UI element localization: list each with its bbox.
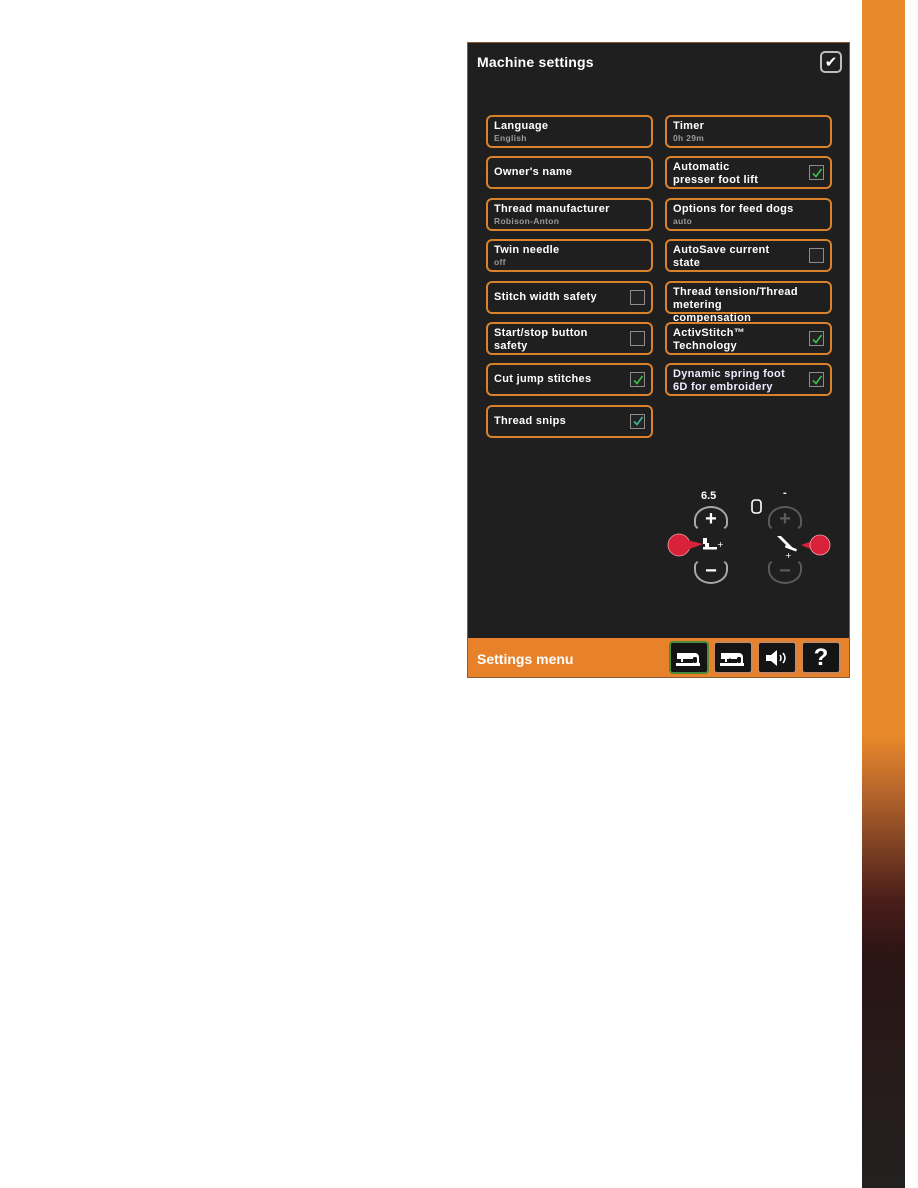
setting-checkbox[interactable] [630,331,645,346]
sewing-machine-icon [676,652,700,666]
setting-checkbox[interactable] [809,331,824,346]
setting-label: Automatic presser foot lift [673,161,759,187]
setting-autosave-current-state[interactable]: AutoSave current state [665,239,832,273]
setting-start-stop-button-safety[interactable]: Start/stop button safety [486,322,653,355]
setting-label: Owner's name [494,166,573,179]
page-title: Machine settings [477,54,594,70]
setting-label: Twin needle [494,244,560,257]
setting-label: Cut jump stitches [494,373,592,386]
setting-value: auto [673,215,693,226]
machine-settings-panel: Machine settings ✔ Language English Owner'… [467,42,850,678]
speaker-icon [766,649,786,666]
setting-dynamic-spring-foot-6d-for-embroidery[interactable]: Dynamic spring foot 6D for embroidery [665,363,832,397]
setting-checkbox[interactable] [809,248,824,264]
red-pointer-icon [801,534,831,556]
setting-twin-needle[interactable]: Twin needle off [486,239,653,273]
setting-checkbox[interactable] [630,413,645,429]
setting-checkbox[interactable] [630,372,645,388]
setting-label: Timer [673,120,705,132]
setting-timer[interactable]: Timer 0h 29m [665,115,832,148]
setting-label: Dynamic spring foot 6D for embroidery [673,368,786,394]
setting-label: Start/stop button safety [494,327,588,352]
setting-thread-tension-thread-metering-compensation[interactable]: Thread tension/Thread metering compensat… [665,280,832,324]
presser-foot-height-icon: + [703,538,724,550]
presser-foot-height-plus-button[interactable]: + [694,506,728,532]
setting-value: English [494,133,527,143]
presser-foot-height-minus-button[interactable]: − [694,558,728,584]
presser-foot-height-indicator: + [667,533,724,557]
setting-label: ActivStitch™ Technology [673,327,746,352]
setting-stitch-width-safety[interactable]: Stitch width safety [486,280,653,314]
bottom-bar: Settings menu ? [468,638,849,677]
setting-automatic-presser-foot-lift[interactable]: Automatic presser foot lift [665,156,832,190]
checkmark-icon [811,168,822,178]
setting-value: off [494,257,506,268]
setting-value: 0h 29m [673,133,705,143]
setting-label: AutoSave current state [673,244,770,270]
settings-menu-title: Settings menu [477,651,574,667]
checkmark-icon: ✔ [824,54,838,71]
setting-label: Thread tension/Thread metering compensat… [673,285,798,324]
setting-label: Options for feed dogs [673,202,794,215]
checkmark-icon [811,334,822,344]
chapter-tab-bar [862,0,905,1188]
setting-activstitch-technology[interactable]: ActivStitch™ Technology [665,322,832,355]
bobbin-icon [751,499,762,514]
setting-label: Thread snips [494,414,567,427]
setting-checkbox[interactable] [809,165,824,181]
setting-label: Stitch width safety [494,290,597,303]
setting-value: Robison-Anton [494,215,560,226]
help-button[interactable]: ? [801,641,841,674]
setting-owner-s-name[interactable]: Owner's name [486,156,653,190]
svg-text:+: + [717,540,724,549]
embroidery-machine-icon [720,652,744,666]
setting-checkbox[interactable] [630,289,645,305]
setting-checkbox[interactable] [809,372,824,388]
presser-foot-pressure-plus-button[interactable]: + [768,506,802,532]
checkmark-icon [632,416,643,427]
setting-thread-snips[interactable]: Thread snips [486,404,653,438]
setting-language[interactable]: Language English [486,115,653,148]
presser-foot-pressure-minus-button[interactable]: − [768,558,802,584]
setting-cut-jump-stitches[interactable]: Cut jump stitches [486,363,653,397]
presser-foot-pressure-indicator: + [777,534,831,560]
svg-text:+: + [785,551,792,560]
presser-foot-height-value: 6.5 [701,490,717,502]
embroidery-settings-button[interactable] [713,641,753,674]
setting-thread-manufacturer[interactable]: Thread manufacturer Robison-Anton [486,197,653,231]
red-pointer-icon [667,533,703,557]
setting-label: Language [494,120,549,132]
sound-settings-button[interactable] [757,641,797,674]
machine-settings-button[interactable] [669,641,709,674]
presser-foot-pressure-icon: + [777,536,797,560]
confirm-button[interactable]: ✔ [820,51,842,73]
checkmark-icon [811,375,822,385]
question-icon: ? [813,643,829,671]
checkmark-icon [632,375,643,385]
setting-label: Thread manufacturer [494,202,610,215]
presser-foot-pressure-value: - [783,487,787,499]
setting-options-for-feed-dogs[interactable]: Options for feed dogs auto [665,197,832,231]
